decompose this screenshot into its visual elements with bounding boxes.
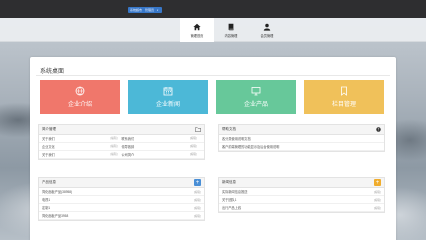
monitor-icon — [251, 87, 261, 96]
item-label[interactable]: 关于我们 — [42, 152, 55, 157]
nav-item-members[interactable]: 会员管理 — [250, 18, 284, 42]
box-title: 产品信息 — [42, 180, 56, 184]
desktop-panel: 系统桌面 企业介绍 企业新闻 企业产品 栏目管理 简介管理 关于我们 [编辑] 联… — [30, 57, 396, 240]
item-label[interactable]: 企业文化 — [42, 144, 55, 149]
tile-column-management[interactable]: 栏目管理 — [304, 80, 384, 114]
add-product-button[interactable]: + — [194, 179, 201, 186]
edit-link[interactable]: [编辑] — [110, 152, 117, 157]
bookmark-icon — [341, 86, 347, 96]
user-icon — [263, 23, 271, 31]
list-item[interactable]: 各分类使用说明文档 — [219, 135, 384, 143]
box-title: 帮助文档 — [222, 127, 236, 131]
edit-link[interactable]: [编辑] — [190, 144, 197, 149]
user-menu[interactable]: 系统超市 管理员 ▾ — [128, 7, 162, 13]
item-label[interactable]: 实际新闻信息推送 — [222, 189, 374, 194]
main-nav: 管理首页 内容管理 会员管理 — [0, 18, 426, 42]
edit-link[interactable]: [编辑] — [194, 190, 201, 194]
item-label[interactable]: 电视1 — [42, 197, 194, 202]
list-item: 实际新闻信息推送 [编辑] — [219, 188, 384, 196]
nav-item-home[interactable]: 管理首页 — [180, 18, 214, 42]
edit-link[interactable]: [编辑] — [194, 198, 201, 202]
tile-label: 栏目管理 — [331, 102, 356, 108]
folder-icon — [195, 127, 201, 132]
tile-label: 企业介绍 — [67, 102, 92, 108]
edit-link[interactable]: [编辑] — [194, 206, 201, 210]
nav-item-label: 内容管理 — [224, 33, 238, 38]
item-label[interactable]: 关于团队1 — [222, 197, 374, 202]
page-title: 系统桌面 — [40, 69, 65, 75]
edit-link[interactable]: [编辑] — [374, 190, 381, 194]
list-item: 电视1 [编辑] — [39, 196, 204, 204]
help-icon: ? — [375, 127, 381, 132]
box-title: 新闻信息 — [222, 180, 236, 184]
list-item: 简化面板产品(38958) [编辑] — [39, 188, 204, 196]
divider — [36, 75, 390, 76]
box-title: 简介管理 — [42, 127, 56, 131]
globe-icon — [75, 86, 85, 96]
list-item: 出行产品上线 [编辑] — [219, 204, 384, 212]
svg-text:?: ? — [377, 128, 379, 132]
edit-link[interactable]: [编辑] — [110, 136, 117, 141]
item-label[interactable]: 出行产品上线 — [222, 205, 374, 210]
top-bar: 系统超市 管理员 ▾ — [0, 0, 426, 18]
list-item: 定制1 [编辑] — [39, 204, 204, 212]
item-label[interactable]: 公司简介 — [122, 152, 135, 157]
tile-company-products[interactable]: 企业产品 — [216, 80, 296, 114]
edit-link[interactable]: [编辑] — [190, 136, 197, 141]
item-label[interactable]: 简化面板产品(38958) — [42, 189, 194, 194]
nav-item-label: 会员管理 — [260, 33, 274, 38]
item-label[interactable]: 关于我们 — [42, 136, 55, 141]
item-label[interactable]: 客户前端管理的功能显示及后台使用说明 — [222, 144, 279, 149]
help-docs-box: 帮助文档 ? 各分类使用说明文档 客户前端管理的功能显示及后台使用说明 — [218, 124, 385, 152]
add-news-button[interactable]: + — [374, 179, 381, 186]
intro-management-box: 简介管理 关于我们 [编辑] 联系我们 [编辑] 企业文化 [编辑] 领导致辞 [编辑]… — [38, 124, 205, 160]
chevron-down-icon: ▾ — [157, 8, 159, 12]
item-label[interactable]: 简化面板产品3958 — [42, 213, 194, 218]
tile-company-news[interactable]: 企业新闻 — [128, 80, 208, 114]
tile-company-intro[interactable]: 企业介绍 — [40, 80, 120, 114]
list-item: 简化面板产品3958 [编辑] — [39, 212, 204, 220]
list-item: 关于团队1 [编辑] — [219, 196, 384, 204]
book-icon — [228, 23, 234, 30]
list-item: 企业文化 [编辑] 领导致辞 [编辑] — [39, 143, 204, 151]
edit-link[interactable]: [编辑] — [374, 198, 381, 202]
list-item: 关于我们 [编辑] 公司简介 [编辑] — [39, 151, 204, 159]
item-label[interactable]: 领导致辞 — [122, 144, 135, 149]
item-label[interactable]: 定制1 — [42, 205, 194, 210]
tile-label: 企业新闻 — [155, 102, 180, 108]
calendar-icon — [163, 87, 173, 96]
nav-item-content[interactable]: 内容管理 — [214, 18, 248, 42]
nav-item-label: 管理首页 — [190, 33, 204, 38]
edit-link[interactable]: [编辑] — [194, 214, 201, 218]
list-item: 关于我们 [编辑] 联系我们 [编辑] — [39, 135, 204, 143]
item-label[interactable]: 联系我们 — [122, 136, 135, 141]
news-info-box: 新闻信息 + 实际新闻信息推送 [编辑] 关于团队1 [编辑] 出行产品上线 [编辑] — [218, 177, 385, 213]
tile-label: 企业产品 — [243, 102, 268, 108]
edit-link[interactable]: [编辑] — [374, 206, 381, 210]
product-info-box: 产品信息 + 简化面板产品(38958) [编辑] 电视1 [编辑] 定制1 [编辑]… — [38, 177, 205, 221]
user-role: 管理员 — [145, 8, 155, 12]
edit-link[interactable]: [编辑] — [110, 144, 117, 149]
item-label[interactable]: 各分类使用说明文档 — [222, 136, 251, 141]
list-item[interactable]: 客户前端管理的功能显示及后台使用说明 — [219, 143, 384, 151]
edit-link[interactable]: [编辑] — [190, 152, 197, 157]
user-name: 系统超市 — [130, 8, 143, 12]
home-icon — [193, 23, 201, 30]
